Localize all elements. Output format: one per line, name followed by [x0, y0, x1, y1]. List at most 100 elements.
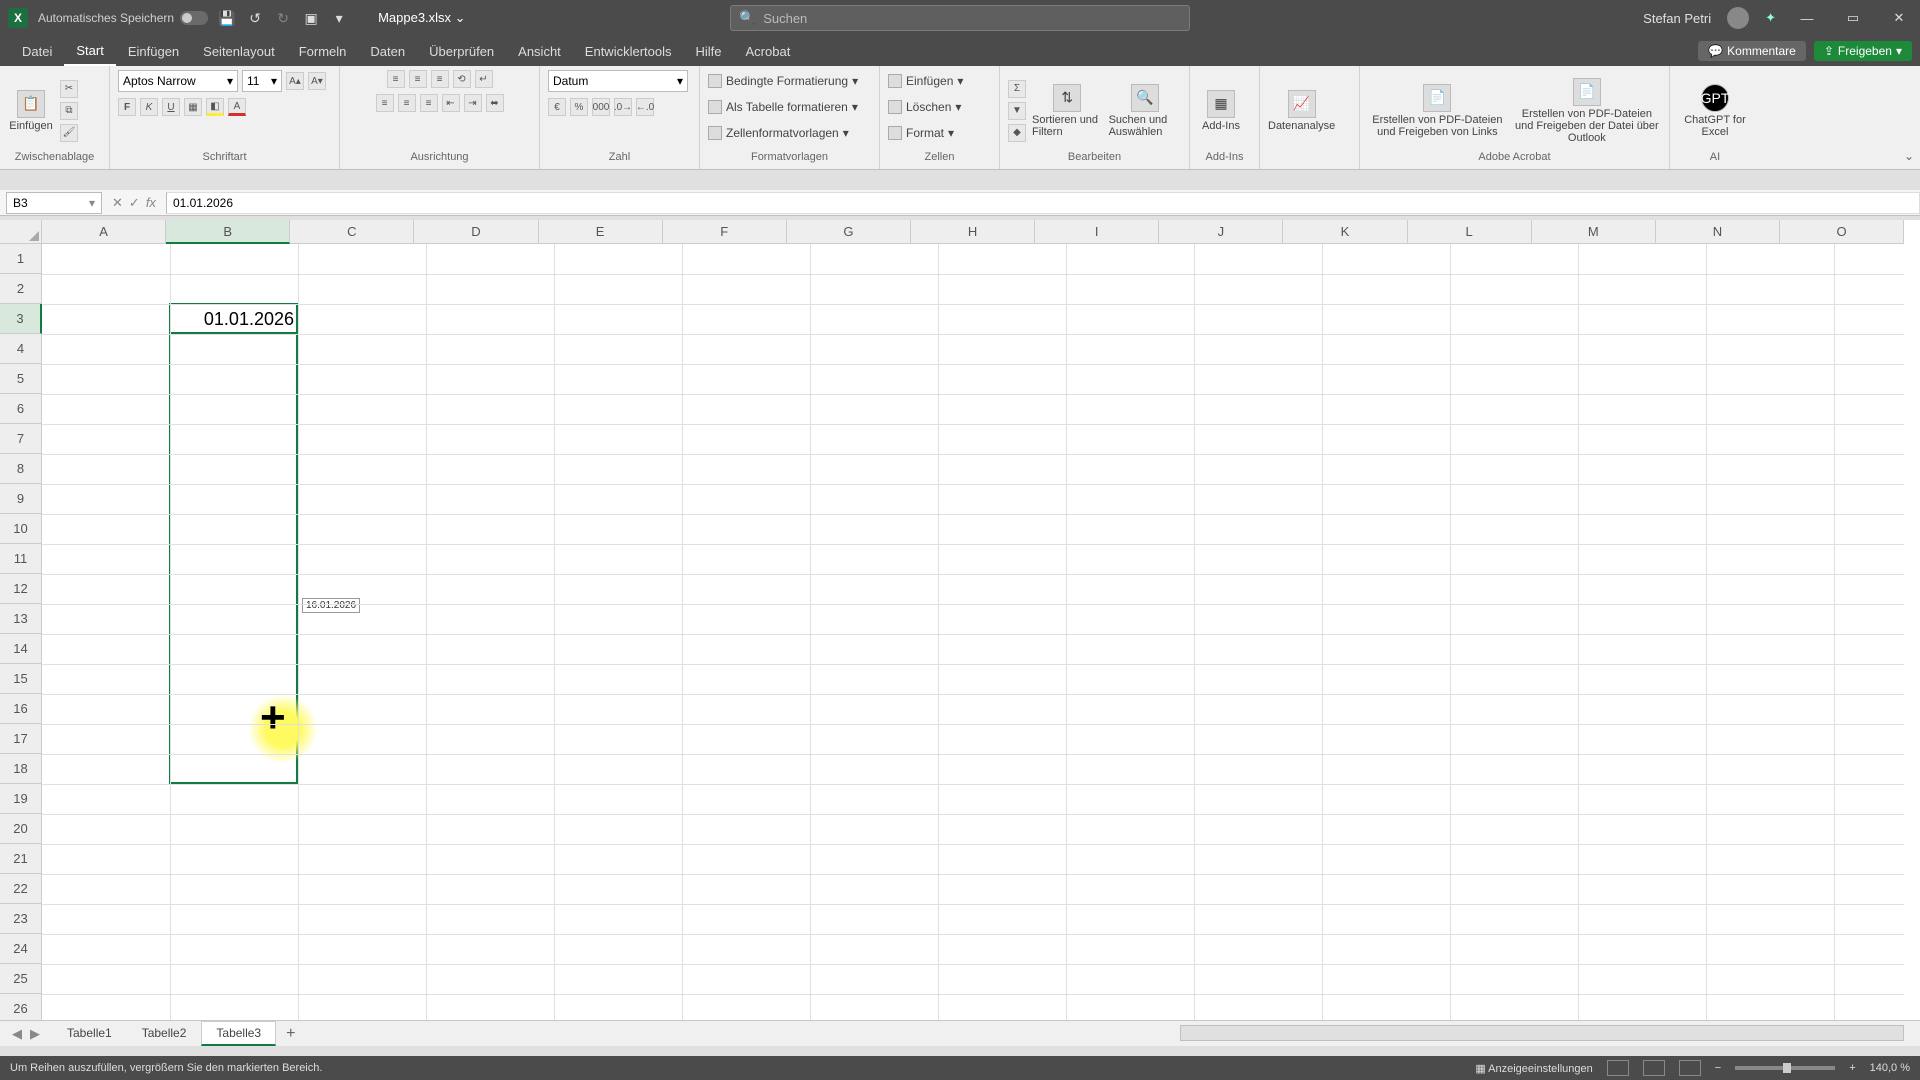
row-header[interactable]: 22 [0, 874, 42, 904]
zoom-out-icon[interactable]: − [1715, 1062, 1721, 1074]
row-header[interactable]: 1 [0, 244, 42, 274]
row-header[interactable]: 16 [0, 694, 42, 724]
pdf-share-outlook-button[interactable]: 📄Erstellen von PDF-Dateien und Freigeben… [1513, 78, 1661, 144]
select-all-corner[interactable] [0, 220, 42, 244]
paste-button[interactable]: 📋Einfügen [8, 90, 54, 132]
tab-überprüfen[interactable]: Überprüfen [417, 36, 506, 66]
row-header[interactable]: 18 [0, 754, 42, 784]
column-header[interactable]: G [787, 220, 911, 244]
save-icon[interactable]: 💾 [218, 9, 236, 27]
column-header[interactable]: I [1035, 220, 1159, 244]
normal-view-icon[interactable] [1607, 1060, 1629, 1076]
enter-icon[interactable]: ✓ [129, 195, 140, 211]
pdf-share-links-button[interactable]: 📄Erstellen von PDF-Dateien und Freigeben… [1368, 84, 1507, 138]
row-header[interactable]: 6 [0, 394, 42, 424]
wrap-text-icon[interactable]: ↵ [475, 70, 493, 88]
share-button[interactable]: ⇪ Freigeben ▾ [1814, 41, 1912, 61]
border-icon[interactable]: ▦ [184, 98, 202, 116]
avatar[interactable] [1727, 7, 1749, 29]
file-name[interactable]: Mappe3.xlsx ⌄ [378, 10, 466, 26]
row-header[interactable]: 4 [0, 334, 42, 364]
row-header[interactable]: 24 [0, 934, 42, 964]
row-header[interactable]: 9 [0, 484, 42, 514]
cancel-icon[interactable]: ✕ [112, 195, 123, 211]
close-button[interactable]: ✕ [1884, 7, 1914, 29]
align-middle-icon[interactable]: ≡ [409, 70, 427, 88]
minimize-button[interactable]: — [1792, 7, 1822, 29]
fill-color-icon[interactable]: ◧ [206, 98, 224, 116]
qat-more-icon[interactable]: ▾ [330, 9, 348, 27]
font-size-combo[interactable]: 11▾ [242, 70, 282, 92]
align-right-icon[interactable]: ≡ [420, 94, 438, 112]
format-cells-button[interactable]: Format ▾ [888, 122, 954, 144]
row-header[interactable]: 19 [0, 784, 42, 814]
italic-icon[interactable]: K [140, 98, 158, 116]
user-name[interactable]: Stefan Petri [1643, 11, 1711, 26]
column-header[interactable]: F [663, 220, 787, 244]
font-name-combo[interactable]: Aptos Narrow▾ [118, 70, 238, 92]
row-header[interactable]: 25 [0, 964, 42, 994]
row-header[interactable]: 23 [0, 904, 42, 934]
row-header[interactable]: 13 [0, 604, 42, 634]
page-layout-view-icon[interactable] [1643, 1060, 1665, 1076]
formula-input[interactable]: 01.01.2026 [166, 192, 1920, 214]
zoom-level[interactable]: 140,0 % [1870, 1062, 1910, 1074]
row-header[interactable]: 3 [0, 304, 42, 334]
row-header[interactable]: 2 [0, 274, 42, 304]
addins-button[interactable]: ▦Add-Ins [1198, 90, 1244, 132]
row-header[interactable]: 10 [0, 514, 42, 544]
decrease-font-icon[interactable]: A▾ [308, 72, 326, 90]
search-input[interactable]: 🔍 Suchen [730, 5, 1190, 31]
row-header[interactable]: 14 [0, 634, 42, 664]
tab-datei[interactable]: Datei [10, 36, 64, 66]
column-header[interactable]: C [290, 220, 414, 244]
insert-cells-button[interactable]: Einfügen ▾ [888, 70, 963, 92]
currency-icon[interactable]: € [548, 98, 566, 116]
sheet-tab[interactable]: Tabelle3 [201, 1021, 276, 1046]
align-center-icon[interactable]: ≡ [398, 94, 416, 112]
camera-icon[interactable]: ▣ [302, 9, 320, 27]
column-header[interactable]: B [166, 220, 290, 244]
column-header[interactable]: A [42, 220, 166, 244]
tab-entwicklertools[interactable]: Entwicklertools [573, 36, 684, 66]
undo-icon[interactable]: ↺ [246, 9, 264, 27]
page-break-view-icon[interactable] [1679, 1060, 1701, 1076]
increase-font-icon[interactable]: A▴ [286, 72, 304, 90]
zoom-in-icon[interactable]: + [1849, 1062, 1855, 1074]
sort-filter-button[interactable]: ⇅Sortieren und Filtern [1032, 84, 1103, 138]
data-analysis-button[interactable]: 📈Datenanalyse [1268, 90, 1335, 132]
row-header[interactable]: 8 [0, 454, 42, 484]
tab-formeln[interactable]: Formeln [287, 36, 359, 66]
sheet-tab[interactable]: Tabelle2 [127, 1021, 202, 1046]
column-header[interactable]: D [414, 220, 538, 244]
tab-acrobat[interactable]: Acrobat [734, 36, 803, 66]
add-sheet-button[interactable]: + [276, 1021, 305, 1047]
format-painter-icon[interactable]: 🖌 [60, 124, 78, 142]
restore-button[interactable]: ▭ [1838, 7, 1868, 29]
row-header[interactable]: 20 [0, 814, 42, 844]
column-header[interactable]: O [1780, 220, 1904, 244]
row-header[interactable]: 12 [0, 574, 42, 604]
prev-sheet-icon[interactable]: ◀ [12, 1026, 22, 1042]
chatgpt-button[interactable]: GPTChatGPT for Excel [1678, 84, 1752, 138]
bold-icon[interactable]: F [118, 98, 136, 116]
cell-styles-button[interactable]: Zellenformatvorlagen ▾ [708, 122, 849, 144]
delete-cells-button[interactable]: Löschen ▾ [888, 96, 961, 118]
indent-dec-icon[interactable]: ⇤ [442, 94, 460, 112]
conditional-format-button[interactable]: Bedingte Formatierung ▾ [708, 70, 858, 92]
row-header[interactable]: 15 [0, 664, 42, 694]
redo-icon[interactable]: ↻ [274, 9, 292, 27]
underline-icon[interactable]: U [162, 98, 180, 116]
column-header[interactable]: K [1283, 220, 1407, 244]
merge-icon[interactable]: ⬌ [486, 94, 504, 112]
column-header[interactable]: E [539, 220, 663, 244]
fill-icon[interactable]: ▼ [1008, 102, 1026, 120]
clear-icon[interactable]: ◆ [1008, 124, 1026, 142]
next-sheet-icon[interactable]: ▶ [30, 1026, 40, 1042]
increase-decimal-icon[interactable]: .0→ [614, 98, 632, 116]
align-left-icon[interactable]: ≡ [376, 94, 394, 112]
worksheet-grid[interactable]: ABCDEFGHIJKLMNO 123456789101112131415161… [0, 220, 1920, 1046]
name-box[interactable]: B3▾ [6, 192, 102, 214]
zoom-slider[interactable] [1735, 1066, 1835, 1070]
find-select-button[interactable]: 🔍Suchen und Auswählen [1109, 84, 1181, 138]
